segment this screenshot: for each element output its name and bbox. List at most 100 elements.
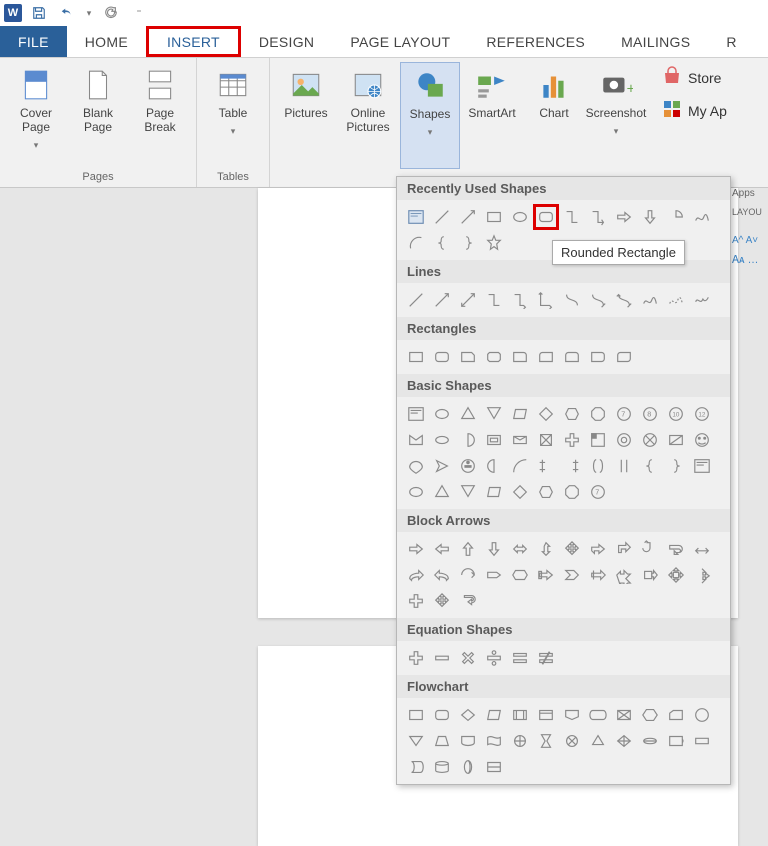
basic-shape-37[interactable] [403, 479, 429, 505]
flowchart-shape-17[interactable] [507, 728, 533, 754]
basic-shape-40[interactable] [481, 479, 507, 505]
eq-minus[interactable] [429, 645, 455, 671]
shape-left-brace[interactable] [429, 230, 455, 256]
block-arrow-12[interactable] [689, 536, 715, 562]
shape-right-brace[interactable] [455, 230, 481, 256]
shape-star[interactable] [481, 230, 507, 256]
shape-arc[interactable] [403, 230, 429, 256]
eq-multiply[interactable] [455, 645, 481, 671]
flowchart-shape-2[interactable] [429, 702, 455, 728]
basic-shape-26[interactable] [429, 453, 455, 479]
block-arrow-25[interactable] [403, 588, 429, 614]
basic-shape-41[interactable] [507, 479, 533, 505]
table-button[interactable]: Table [203, 62, 263, 169]
tab-home[interactable]: HOME [67, 26, 146, 57]
flowchart-shape-3[interactable] [455, 702, 481, 728]
basic-shape-30[interactable] [533, 453, 559, 479]
line-3[interactable] [455, 287, 481, 313]
tab-design[interactable]: DESIGN [241, 26, 332, 57]
rect-6[interactable] [533, 344, 559, 370]
line-4[interactable] [481, 287, 507, 313]
line-12[interactable] [689, 287, 715, 313]
block-arrow-4[interactable] [481, 536, 507, 562]
flowchart-shape-18[interactable] [533, 728, 559, 754]
basic-shape-10[interactable]: 8 [637, 401, 663, 427]
line-10[interactable] [637, 287, 663, 313]
basic-shape-36[interactable] [689, 453, 715, 479]
rect-1[interactable] [403, 344, 429, 370]
line-8[interactable] [585, 287, 611, 313]
rect-4[interactable] [481, 344, 507, 370]
block-arrow-23[interactable] [663, 562, 689, 588]
block-arrow-1[interactable] [403, 536, 429, 562]
basic-shape-32[interactable] [585, 453, 611, 479]
basic-shape-18[interactable] [533, 427, 559, 453]
flowchart-shape-8[interactable] [585, 702, 611, 728]
tab-more[interactable]: R [708, 26, 754, 57]
flowchart-shape-10[interactable] [637, 702, 663, 728]
shape-rectangle[interactable] [481, 204, 507, 230]
block-arrow-18[interactable] [533, 562, 559, 588]
shape-connector-elbow-arrow[interactable] [585, 204, 611, 230]
block-arrow-27[interactable] [455, 588, 481, 614]
block-arrow-21[interactable] [611, 562, 637, 588]
redo-button[interactable] [100, 2, 122, 24]
shape-scribble[interactable] [689, 204, 715, 230]
block-arrow-15[interactable] [455, 562, 481, 588]
flowchart-shape-7[interactable] [559, 702, 585, 728]
basic-shape-2[interactable] [429, 401, 455, 427]
rect-2[interactable] [429, 344, 455, 370]
block-arrow-2[interactable] [429, 536, 455, 562]
tab-file[interactable]: FILE [0, 26, 67, 57]
basic-shape-6[interactable] [533, 401, 559, 427]
flowchart-shape-13[interactable] [403, 728, 429, 754]
basic-shape-4[interactable] [481, 401, 507, 427]
block-arrow-26[interactable] [429, 588, 455, 614]
basic-shape-29[interactable] [507, 453, 533, 479]
flowchart-shape-9[interactable] [611, 702, 637, 728]
block-arrow-9[interactable] [611, 536, 637, 562]
flowchart-shape-22[interactable] [637, 728, 663, 754]
shape-oval[interactable] [507, 204, 533, 230]
rect-3[interactable] [455, 344, 481, 370]
shape-arc-pie[interactable] [663, 204, 689, 230]
store-button[interactable]: Store [662, 66, 721, 89]
block-arrow-14[interactable] [429, 562, 455, 588]
basic-shape-27[interactable] [455, 453, 481, 479]
block-arrow-19[interactable] [559, 562, 585, 588]
block-arrow-8[interactable] [585, 536, 611, 562]
basic-shape-13[interactable] [403, 427, 429, 453]
flowchart-shape-5[interactable] [507, 702, 533, 728]
rect-5[interactable] [507, 344, 533, 370]
screenshot-button[interactable]: +Screenshot [586, 62, 646, 169]
tab-page-layout[interactable]: PAGE LAYOUT [332, 26, 468, 57]
smartart-button[interactable]: SmartArt [462, 62, 522, 169]
shape-connector-elbow[interactable] [559, 204, 585, 230]
basic-shape-12[interactable]: 12 [689, 401, 715, 427]
basic-shape-16[interactable] [481, 427, 507, 453]
undo-dropdown[interactable]: ▾ [84, 2, 94, 24]
line-1[interactable] [403, 287, 429, 313]
tab-insert[interactable]: INSERT [146, 26, 241, 57]
basic-shape-17[interactable] [507, 427, 533, 453]
rect-9[interactable] [611, 344, 637, 370]
customize-qat-dropdown[interactable]: ⁼ [128, 2, 150, 24]
flowchart-shape-12[interactable] [689, 702, 715, 728]
shape-line-arrow[interactable] [455, 204, 481, 230]
tab-references[interactable]: REFERENCES [468, 26, 603, 57]
rect-8[interactable] [585, 344, 611, 370]
basic-shape-39[interactable] [455, 479, 481, 505]
basic-shape-14[interactable] [429, 427, 455, 453]
flowchart-shape-16[interactable] [481, 728, 507, 754]
shape-arrow-right[interactable] [611, 204, 637, 230]
block-arrow-5[interactable] [507, 536, 533, 562]
basic-shape-22[interactable] [637, 427, 663, 453]
basic-shape-20[interactable] [585, 427, 611, 453]
line-11[interactable] [663, 287, 689, 313]
basic-shape-3[interactable] [455, 401, 481, 427]
flowchart-shape-21[interactable] [611, 728, 637, 754]
eq-not-equal[interactable] [533, 645, 559, 671]
flowchart-shape-23[interactable] [663, 728, 689, 754]
basic-shape-38[interactable] [429, 479, 455, 505]
shape-rounded-rectangle[interactable] [533, 204, 559, 230]
